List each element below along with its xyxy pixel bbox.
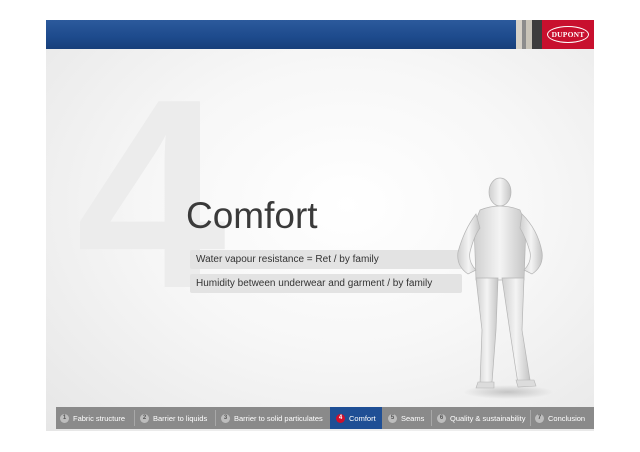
logo-oval: DUPONT: [547, 26, 589, 43]
decorative-stripe: [532, 20, 542, 49]
slide: DUPONT 4 Comfort Water vapour resistance…: [46, 20, 594, 431]
coverall-figure-image: [457, 177, 553, 399]
nav-label: Barrier to solid particulates: [234, 413, 323, 423]
nav-label: Fabric structure: [73, 413, 126, 423]
nav-item-seams[interactable]: 5 Seams: [388, 407, 424, 429]
nav-divider: [134, 410, 135, 426]
nav-divider: [431, 410, 432, 426]
nav-item-fabric-structure[interactable]: 1 Fabric structure: [60, 407, 125, 429]
nav-label: Conclusion: [548, 413, 586, 423]
dupont-logo: DUPONT: [542, 20, 594, 49]
nav-item-barrier-to-liquids[interactable]: 2 Barrier to liquids: [140, 407, 207, 429]
section-navigation-bar: 1 Fabric structure 2 Barrier to liquids …: [56, 407, 594, 429]
nav-label: Comfort: [349, 413, 376, 423]
nav-divider: [530, 410, 531, 426]
nav-label: Seams: [401, 413, 425, 423]
nav-number: 6: [437, 413, 446, 423]
nav-item-barrier-to-solid-particulates[interactable]: 3 Barrier to solid particulates: [221, 407, 323, 429]
nav-divider: [215, 410, 216, 426]
nav-number: 7: [535, 413, 544, 423]
nav-number: 5: [388, 413, 397, 423]
bullet-item: Water vapour resistance = Ret / by famil…: [190, 250, 462, 269]
nav-item-quality-and-sustainability[interactable]: 6 Quality & sustainability: [437, 407, 525, 429]
nav-number: 1: [60, 413, 69, 423]
bullet-item: Humidity between underwear and garment /…: [190, 274, 462, 293]
slide-title: Comfort: [186, 195, 318, 236]
nav-item-comfort[interactable]: 4 Comfort: [330, 407, 382, 429]
nav-item-conclusion[interactable]: 7 Conclusion: [535, 407, 585, 429]
nav-label: Barrier to liquids: [153, 413, 208, 423]
nav-number: 2: [140, 413, 149, 423]
nav-number: 3: [221, 413, 230, 423]
nav-label: Quality & sustainability: [450, 413, 526, 423]
logo-text: DUPONT: [551, 30, 585, 39]
nav-number: 4: [336, 413, 345, 423]
